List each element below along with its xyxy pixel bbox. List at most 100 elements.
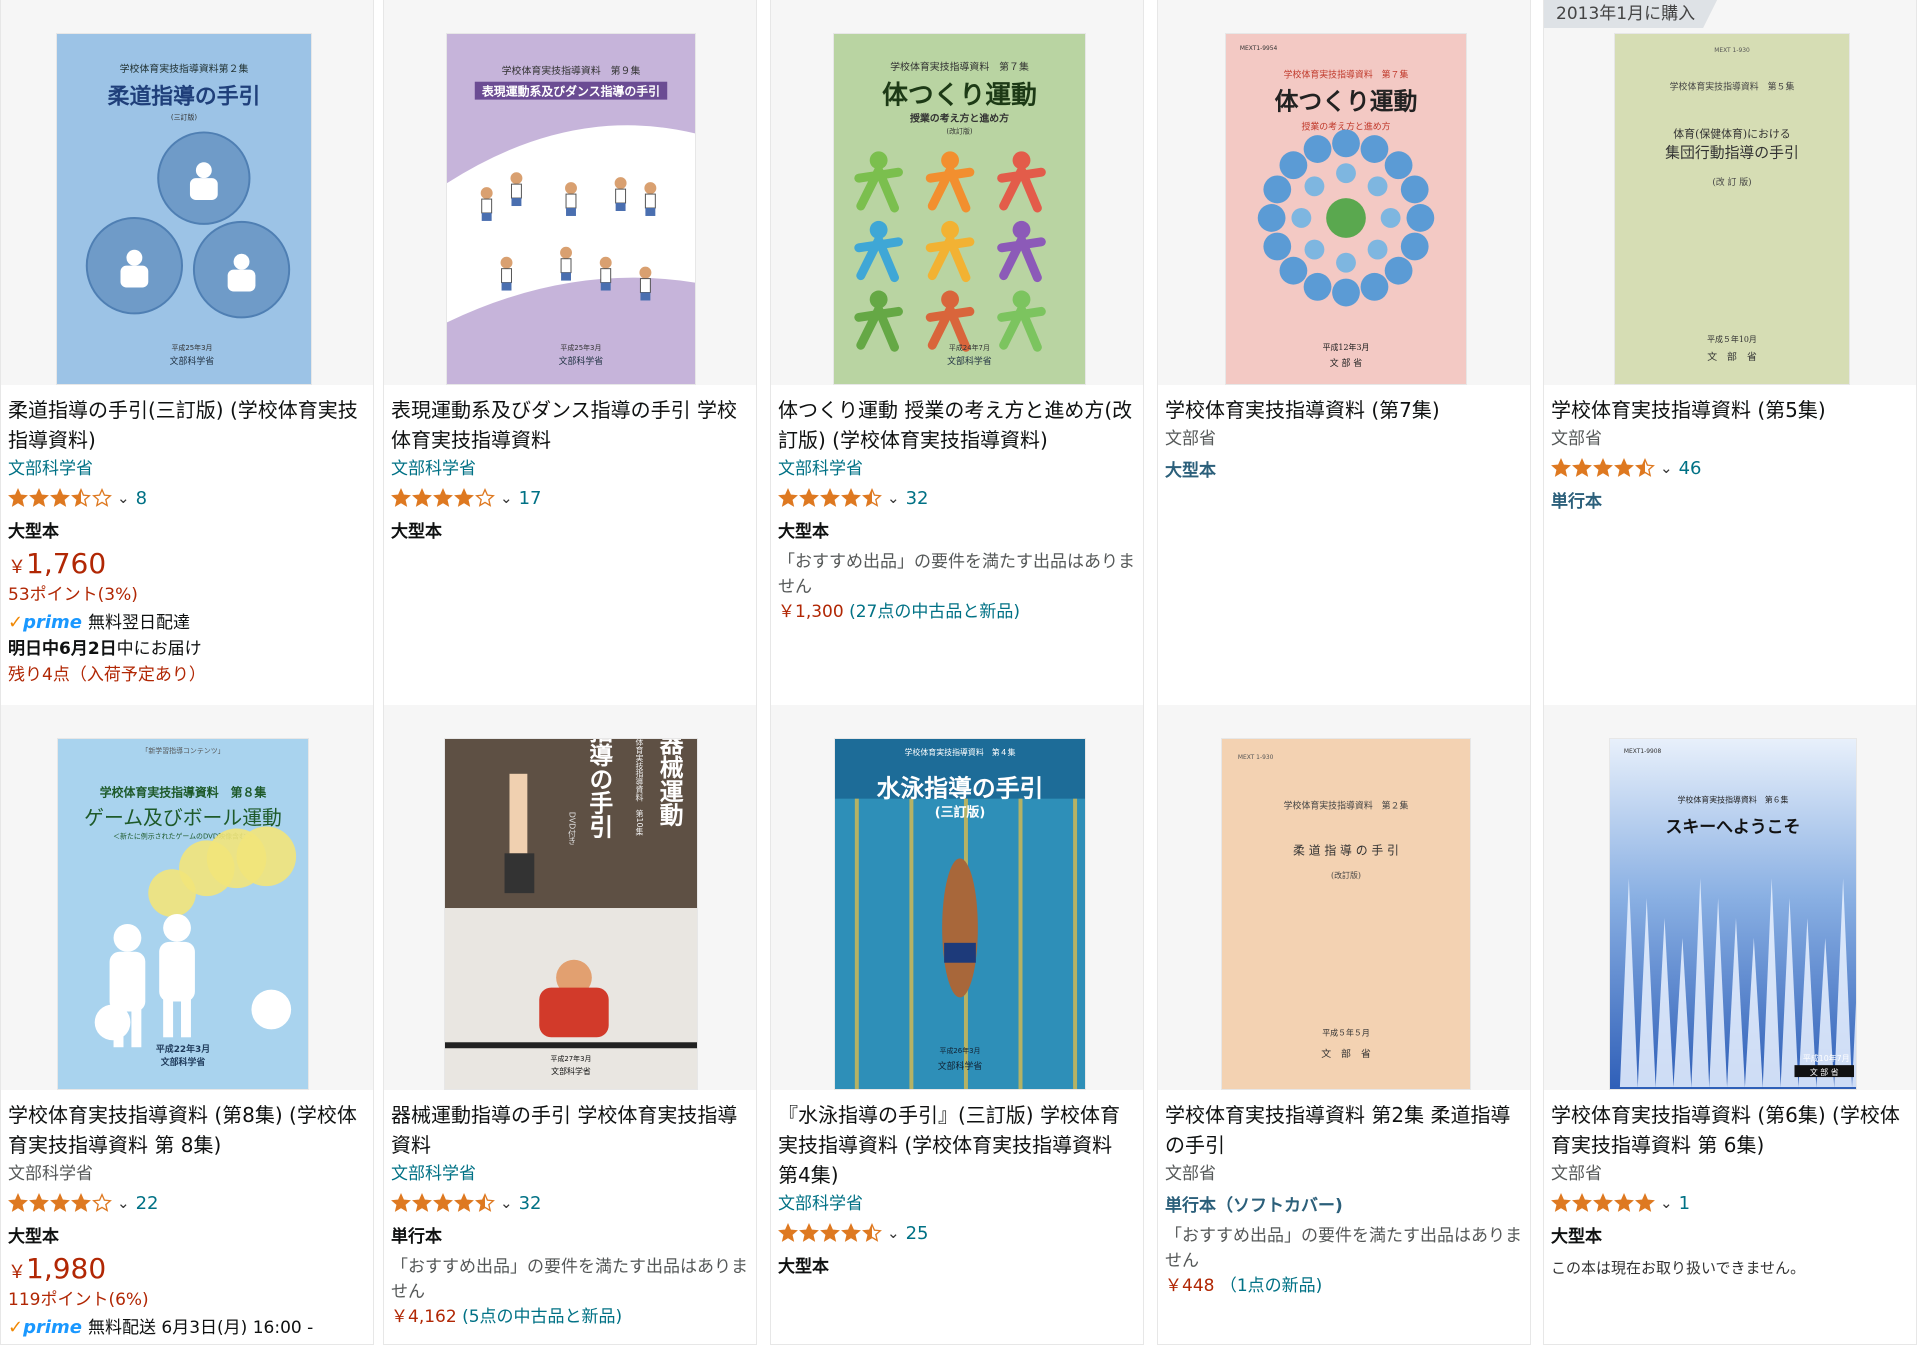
book-cover-image[interactable]: 学校体育実技指導資料 第４集 水泳指導の手引 (三訂版) 平成26年3月 文部科学省 [834,738,1086,1090]
chevron-down-icon[interactable]: ⌄ [887,1224,900,1242]
format-link[interactable]: 大型本 [1165,459,1522,483]
product-image-area[interactable]: 学校体育実技指導資料 第７集 体つくり運動 授業の考え方と進め方 (改訂版) 平成24年… [771,0,1143,385]
rating-row[interactable]: ⌄ 46 [1551,454,1908,482]
star-rating[interactable] [391,488,496,508]
rating-count-link[interactable]: 25 [906,1223,929,1244]
product-image-area[interactable]: 学校体育実技指導資料 第10集 器械運動 指導の手引 DVD付き 平成27年3月 文部科学… [384,705,756,1090]
rating-row[interactable]: ⌄ 22 [8,1189,365,1217]
book-cover-image[interactable]: 「新学習指導コンテンツ」 学校体育実技指導資料 第８集 ゲーム及びボール運動 ＜新たに… [57,738,309,1090]
rating-count-link[interactable]: 8 [136,488,147,509]
format-link[interactable]: 単行本 [391,1225,748,1249]
product-image-area[interactable]: MEXT1-9908 学校体育実技指導資料 第６集 スキーへようこそ 平成10年7月文… [1544,705,1916,1090]
chevron-down-icon[interactable]: ⌄ [887,489,900,507]
rating-count-link[interactable]: 46 [1679,458,1702,479]
book-cover-image[interactable]: 学校体育実技指導資料 第９集 表現運動系及びダンス指導の手引 平成25年3月 文部科学… [446,33,696,385]
stock-status: 残り4点（入荷予定あり） [8,665,206,685]
cover-title-text: 体つくり運動 [882,81,1037,111]
product-title-link[interactable]: 学校体育実技指導資料 (第5集) [1551,395,1908,425]
author-link[interactable]: 文部科学省 [8,457,365,481]
rating-row[interactable]: ⌄ 17 [391,484,748,512]
cover-edition-text: (三訂版) [171,113,197,122]
price[interactable]: ￥1,980 [8,1251,365,1287]
currency-symbol: ￥ [8,557,26,578]
other-offers-link[interactable]: ￥448 （1点の新品) [1165,1274,1522,1299]
format-link[interactable]: 大型本 [778,1255,1135,1279]
rating-row[interactable]: ⌄ 8 [8,484,365,512]
star-rating[interactable] [8,488,113,508]
product-title-link[interactable]: 学校体育実技指導資料 (第6集) (学校体育実技指導資料 第 6集) [1551,1100,1908,1160]
product-card[interactable]: 学校体育実技指導資料第２集 柔道指導の手引 (三訂版) 平成25年3月 文部科学省柔道指… [0,0,374,720]
rating-row[interactable]: ⌄ 32 [391,1189,748,1217]
product-image-area[interactable]: 学校体育実技指導資料 第４集 水泳指導の手引 (三訂版) 平成26年3月 文部科学省 [771,705,1143,1090]
author-link[interactable]: 文部科学省 [778,457,1135,481]
format-link[interactable]: 大型本 [8,520,365,544]
rating-count-link[interactable]: 32 [519,1193,542,1214]
product-title-link[interactable]: 学校体育実技指導資料 (第7集) [1165,395,1522,425]
star-rating[interactable] [391,1193,496,1213]
product-title-link[interactable]: 学校体育実技指導資料 (第8集) (学校体育実技指導資料 第 8集) [8,1100,365,1160]
product-card[interactable]: MEXT 1-930 学校体育実技指導資料 第２集柔 道 指 導 の 手 引 (改訂… [1157,705,1531,1345]
product-card[interactable]: 学校体育実技指導資料 第９集 表現運動系及びダンス指導の手引 平成25年3月 文部科学… [383,0,757,720]
star-rating[interactable] [8,1193,113,1213]
author-link[interactable]: 文部科学省 [778,1192,1135,1216]
star-icon [50,488,70,507]
product-card[interactable]: MEXT1-9954 学校体育実技指導資料 第７集 体つくり運動 授業の考え方と進め方… [1157,0,1531,720]
product-card[interactable]: MEXT 1-930 学校体育実技指導資料 第５集 体育(保健体育)における 集団行動… [1543,0,1917,720]
chevron-down-icon[interactable]: ⌄ [117,489,130,507]
product-card[interactable]: 学校体育実技指導資料 第４集 水泳指導の手引 (三訂版) 平成26年3月 文部科学省『水… [770,705,1144,1345]
book-cover-image[interactable]: MEXT 1-930 学校体育実技指導資料 第２集柔 道 指 導 の 手 引 (改訂… [1221,738,1471,1090]
book-cover-image[interactable]: MEXT 1-930 学校体育実技指導資料 第５集 体育(保健体育)における 集団行動… [1614,33,1850,385]
format-link[interactable]: 大型本 [391,520,748,544]
price[interactable]: ￥1,760 [8,546,365,582]
product-card[interactable]: 学校体育実技指導資料 第10集 器械運動 指導の手引 DVD付き 平成27年3月 文部科学… [383,705,757,1345]
product-title-link[interactable]: 学校体育実技指導資料 第2集 柔道指導の手引 [1165,1100,1522,1160]
format-link[interactable]: 大型本 [8,1225,365,1249]
author-link[interactable]: 文部科学省 [391,1162,748,1186]
delivery-date-rest: 中にお届け [116,639,202,659]
product-image-area[interactable]: MEXT 1-930 学校体育実技指導資料 第２集柔 道 指 導 の 手 引 (改訂… [1158,705,1530,1090]
other-offers-link[interactable]: ￥1,300 (27点の中古品と新品) [778,600,1135,625]
product-title-link[interactable]: 器械運動指導の手引 学校体育実技指導資料 [391,1100,748,1160]
chevron-down-icon[interactable]: ⌄ [1660,459,1673,477]
rating-count-link[interactable]: 17 [519,488,542,509]
star-rating[interactable] [1551,1193,1656,1213]
rating-count-link[interactable]: 1 [1679,1193,1690,1214]
star-rating[interactable] [778,1223,883,1243]
chevron-down-icon[interactable]: ⌄ [500,489,513,507]
star-rating[interactable] [778,488,883,508]
product-title-link[interactable]: 体つくり運動 授業の考え方と進め方(改訂版) (学校体育実技指導資料) [778,395,1135,455]
star-rating[interactable] [1551,458,1656,478]
product-card[interactable]: 「新学習指導コンテンツ」 学校体育実技指導資料 第８集 ゲーム及びボール運動 ＜新たに… [0,705,374,1345]
cover-code-text: MEXT 1-930 [1714,47,1750,54]
rating-count-link[interactable]: 22 [136,1193,159,1214]
product-title-link[interactable]: 柔道指導の手引(三訂版) (学校体育実技指導資料) [8,395,365,455]
product-image-area[interactable]: MEXT1-9954 学校体育実技指導資料 第７集 体つくり運動 授業の考え方と進め方… [1158,0,1530,385]
rating-row[interactable]: ⌄ 1 [1551,1189,1908,1217]
rating-row[interactable]: ⌄ 32 [778,484,1135,512]
format-link[interactable]: 大型本 [778,520,1135,544]
format-link[interactable]: 単行本 [1551,490,1908,514]
product-image-area[interactable]: MEXT 1-930 学校体育実技指導資料 第５集 体育(保健体育)における 集団行動… [1544,0,1916,385]
product-image-area[interactable]: 学校体育実技指導資料 第９集 表現運動系及びダンス指導の手引 平成25年3月 文部科学… [384,0,756,385]
format-link[interactable]: 単行本（ソフトカバー) [1165,1194,1522,1218]
chevron-down-icon[interactable]: ⌄ [117,1194,130,1212]
product-card[interactable]: MEXT1-9908 学校体育実技指導資料 第６集 スキーへようこそ 平成10年7月文… [1543,705,1917,1345]
book-cover-image[interactable]: MEXT1-9954 学校体育実技指導資料 第７集 体つくり運動 授業の考え方と進め方… [1225,33,1467,385]
book-cover-image[interactable]: 学校体育実技指導資料 第10集 器械運動 指導の手引 DVD付き 平成27年3月 文部科学… [444,738,698,1090]
product-image-area[interactable]: 「新学習指導コンテンツ」 学校体育実技指導資料 第８集 ゲーム及びボール運動 ＜新たに… [1,705,373,1090]
book-cover-image[interactable]: 学校体育実技指導資料 第７集 体つくり運動 授業の考え方と進め方 (改訂版) 平成24年… [833,33,1086,385]
product-card[interactable]: 学校体育実技指導資料 第７集 体つくり運動 授業の考え方と進め方 (改訂版) 平成24年… [770,0,1144,720]
product-image-area[interactable]: 学校体育実技指導資料第２集 柔道指導の手引 (三訂版) 平成25年3月 文部科学省 [1,0,373,385]
format-link[interactable]: 大型本 [1551,1225,1908,1249]
product-title-link[interactable]: 『水泳指導の手引』(三訂版) 学校体育実技指導資料 (学校体育実技指導資料 第4… [778,1100,1135,1190]
chevron-down-icon[interactable]: ⌄ [1660,1194,1673,1212]
cover-date-text: 平成26年3月 [940,1046,981,1055]
other-offers-link[interactable]: ￥4,162 (5点の中古品と新品) [391,1305,748,1330]
chevron-down-icon[interactable]: ⌄ [500,1194,513,1212]
product-title-link[interactable]: 表現運動系及びダンス指導の手引 学校体育実技指導資料 [391,395,748,455]
rating-count-link[interactable]: 32 [906,488,929,509]
book-cover-image[interactable]: MEXT1-9908 学校体育実技指導資料 第６集 スキーへようこそ 平成10年7月文… [1609,738,1857,1090]
book-cover-image[interactable]: 学校体育実技指導資料第２集 柔道指導の手引 (三訂版) 平成25年3月 文部科学省 [56,33,312,385]
rating-row[interactable]: ⌄ 25 [778,1219,1135,1247]
author-link[interactable]: 文部科学省 [391,457,748,481]
